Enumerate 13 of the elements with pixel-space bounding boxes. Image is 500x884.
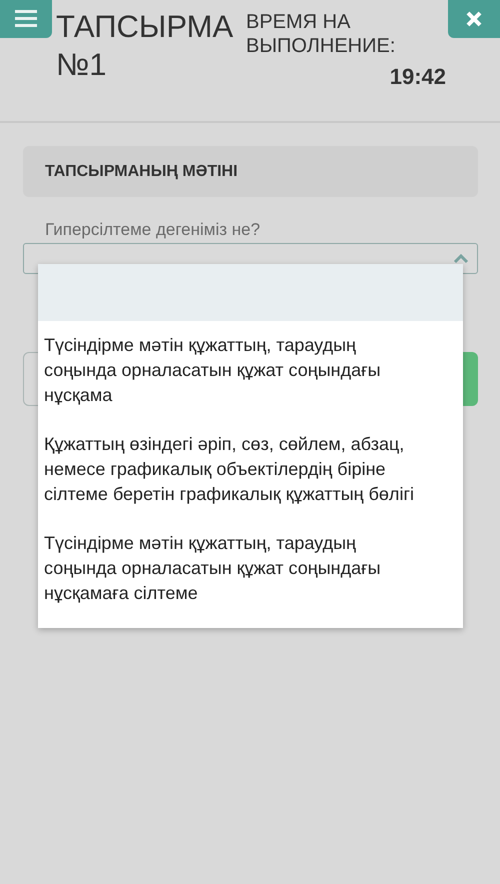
section-heading: ТАПСЫРМАНЫҢ МӘТІНІ [45,162,238,180]
close-button[interactable] [448,0,500,38]
task-title: ТАПСЫРМА №1 [56,8,234,84]
menu-icon [15,10,37,28]
chevron-up-icon [453,254,469,264]
dropdown-option[interactable]: Түсіндірме мәтін құжаттың, тараудың соңында орналасатын құжат соңындағы нұсқамаға сілтеме [38,519,463,618]
menu-button[interactable] [0,0,52,38]
close-icon [466,11,482,27]
timer-label: ВРЕМЯ НА ВЫПОЛНЕНИЕ: [246,10,396,58]
timer-value: 19:42 [388,64,446,90]
dropdown-option[interactable]: Құжаттың өзіндегі әріп, сөз, сөйлем, абзац, немесе графикалық объектілердің біріне сілтеме беретін графикалық құжаттың бөлігі [38,420,463,519]
dropdown-option[interactable]: Түсіндірме мәтін құжаттың, тараудың соңында орналасатын құжат соңындағы нұсқама [38,321,463,420]
question-text: Гиперсілтеме дегеніміз не? [44,219,262,241]
